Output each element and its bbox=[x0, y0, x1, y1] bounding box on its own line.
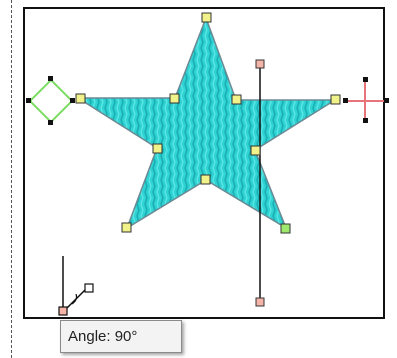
node-handle bbox=[152, 143, 163, 154]
node-handle bbox=[121, 222, 132, 233]
pivot-handle-top bbox=[255, 59, 265, 69]
angle-tooltip: Angle: 90° bbox=[60, 320, 182, 353]
star-embroidery[interactable] bbox=[75, 15, 338, 230]
node-handle bbox=[169, 93, 180, 104]
embroidery-svg bbox=[26, 12, 389, 316]
node-handle bbox=[200, 174, 211, 185]
node-handle bbox=[201, 12, 212, 23]
node-handle bbox=[250, 145, 261, 156]
move-cross-icon[interactable] bbox=[343, 77, 389, 123]
node-handle bbox=[231, 94, 242, 105]
rotate-diamond-icon[interactable] bbox=[26, 76, 75, 125]
pivot-handle-bottom bbox=[255, 297, 265, 307]
node-handle bbox=[75, 93, 86, 104]
node-handle bbox=[330, 94, 341, 105]
node-handle bbox=[280, 223, 291, 234]
angle-tool-icon[interactable] bbox=[58, 256, 94, 316]
design-canvas[interactable]: Angle: 90° bbox=[0, 0, 397, 358]
